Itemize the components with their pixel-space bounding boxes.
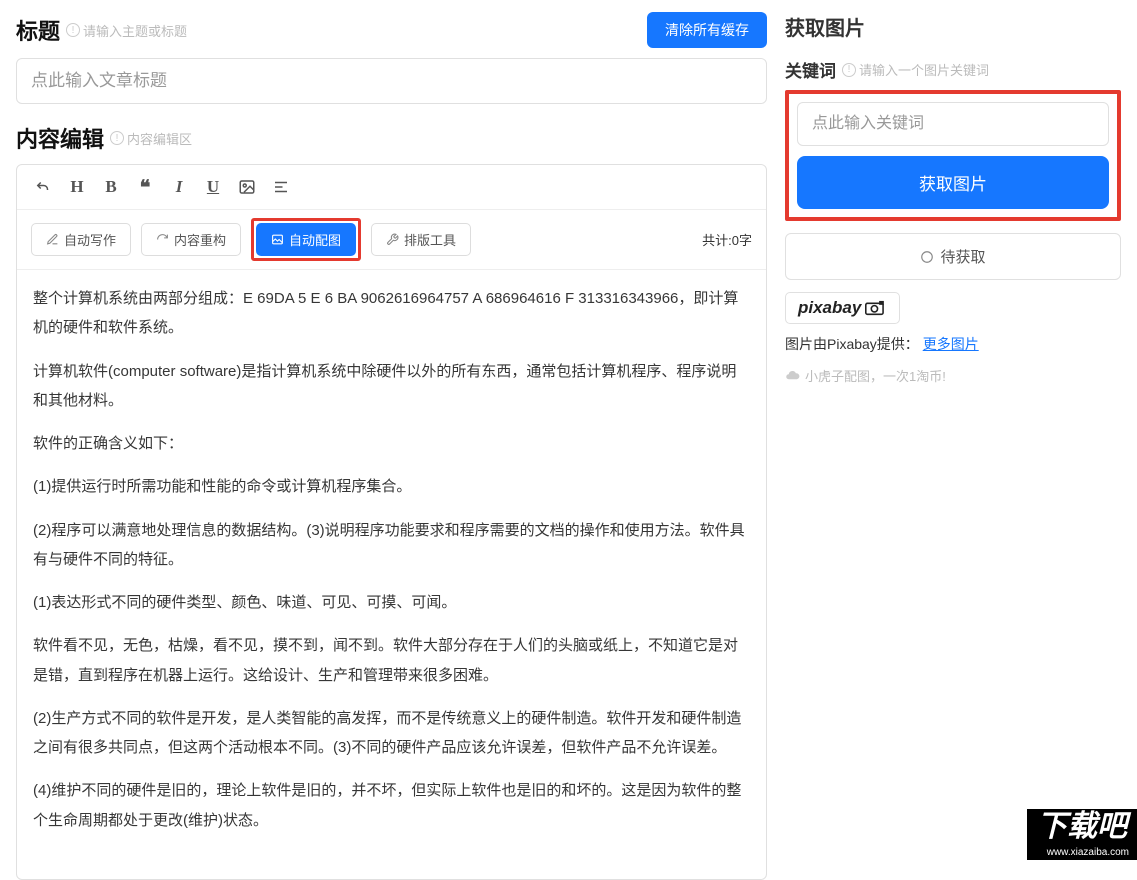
paragraph: (1)表达形式不同的硬件类型、颜色、味道、可见、可摸、可闻。 (33, 588, 750, 617)
content-hint-text: 内容编辑区 (127, 129, 192, 148)
clear-cache-button[interactable]: 清除所有缓存 (647, 12, 767, 48)
pending-label: 待获取 (940, 246, 985, 267)
action-toolbar: 自动写作 内容重构 自动配图 排版工具 共计:0字 (17, 210, 766, 270)
paragraph: 计算机软件(computer software)是指计算机系统中除硬件以外的所有… (33, 357, 750, 416)
content-section-label: 内容编辑 (16, 122, 104, 154)
restructure-label: 内容重构 (174, 230, 226, 249)
keyword-input[interactable] (797, 102, 1109, 146)
fetch-image-button[interactable]: 获取图片 (797, 156, 1109, 209)
content-hint: ! 内容编辑区 (110, 129, 192, 148)
paragraph: (2)生产方式不同的软件是开发，是人类智能的高发挥，而不是传统意义上的硬件制造。… (33, 704, 750, 763)
article-title-input[interactable] (16, 58, 767, 104)
keyword-label: 关键词 (785, 57, 836, 82)
title-section-label: 标题 (16, 14, 60, 46)
heading-button[interactable]: H (65, 175, 89, 199)
credit-prefix: 图片由Pixabay提供： (785, 336, 919, 352)
quote-button[interactable]: ❝ (133, 175, 157, 199)
editor-card: H B ❝ I U 自动写作 内容重构 (16, 164, 767, 880)
highlight-auto-image: 自动配图 (251, 218, 361, 261)
info-icon: ! (842, 63, 856, 77)
word-count: 共计:0字 (702, 230, 752, 249)
auto-write-label: 自动写作 (64, 230, 116, 249)
pixabay-badge: pixabay (785, 292, 900, 324)
fetch-image-title: 获取图片 (785, 12, 1121, 41)
italic-button[interactable]: I (167, 175, 191, 199)
bold-button[interactable]: B (99, 175, 123, 199)
paragraph: (2)程序可以满意地处理信息的数据结构。(3)说明程序功能要求和程序需要的文档的… (33, 516, 750, 575)
paragraph: (1)提供运行时所需功能和性能的命令或计算机程序集合。 (33, 472, 750, 501)
info-icon: ! (66, 23, 80, 37)
highlight-keyword-box: 获取图片 (785, 90, 1121, 221)
auto-image-label: 自动配图 (289, 230, 341, 249)
align-icon[interactable] (269, 175, 293, 199)
camera-icon (865, 300, 887, 316)
paragraph: 整个计算机系统由两部分组成：E 69DA 5 E 6 BA 9062616964… (33, 284, 750, 343)
layout-tool-button[interactable]: 排版工具 (371, 223, 471, 256)
title-hint: ! 请输入主题或标题 (66, 21, 187, 40)
watermark-small: www.xiazaiba.com (1027, 845, 1137, 860)
footer-note: 小虎子配图，一次1淘币! (785, 366, 1121, 385)
footer-text: 小虎子配图，一次1淘币! (805, 366, 946, 385)
auto-image-button[interactable]: 自动配图 (256, 223, 356, 256)
info-icon: ! (110, 131, 124, 145)
format-toolbar: H B ❝ I U (17, 165, 766, 210)
auto-write-button[interactable]: 自动写作 (31, 223, 131, 256)
undo-icon[interactable] (31, 175, 55, 199)
title-hint-text: 请输入主题或标题 (83, 21, 187, 40)
layout-tool-label: 排版工具 (404, 230, 456, 249)
paragraph: 软件看不见，无色，枯燥，看不见，摸不到，闻不到。软件大部分存在于人们的头脑或纸上… (33, 631, 750, 690)
image-icon[interactable] (235, 175, 259, 199)
paragraph: (4)维护不同的硬件是旧的，理论上软件是旧的，并不坏，但实际上软件也是旧的和坏的… (33, 776, 750, 835)
keyword-hint: ! 请输入一个图片关键词 (842, 60, 989, 79)
editor-body[interactable]: 整个计算机系统由两部分组成：E 69DA 5 E 6 BA 9062616964… (17, 270, 766, 879)
restructure-button[interactable]: 内容重构 (141, 223, 241, 256)
watermark-big: 下载吧 (1027, 809, 1137, 845)
paragraph: 软件的正确含义如下： (33, 429, 750, 458)
watermark: 下载吧 www.xiazaiba.com (1027, 809, 1137, 860)
pixabay-text: pixabay (798, 298, 861, 318)
image-credit: 图片由Pixabay提供： 更多图片 (785, 334, 1121, 354)
cloud-icon (785, 368, 800, 383)
underline-button[interactable]: U (201, 175, 225, 199)
keyword-hint-text: 请输入一个图片关键词 (859, 60, 989, 79)
more-images-link[interactable]: 更多图片 (923, 336, 979, 352)
pending-button[interactable]: 待获取 (785, 233, 1121, 280)
